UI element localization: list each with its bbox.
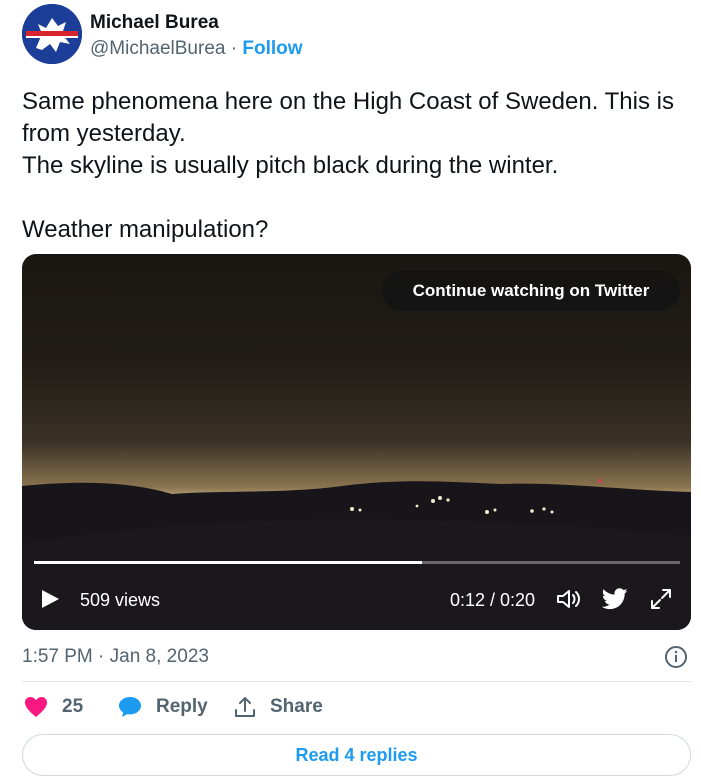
share-label: Share bbox=[270, 696, 323, 717]
tweet-timestamp[interactable]: 1:57 PM · Jan 8, 2023 bbox=[22, 646, 209, 668]
avatar-image bbox=[22, 4, 82, 64]
divider bbox=[22, 681, 691, 682]
progress-bar[interactable] bbox=[34, 561, 680, 564]
continue-watching-button[interactable]: Continue watching on Twitter bbox=[382, 270, 680, 311]
reply-bubble-icon bbox=[119, 697, 141, 717]
reply-label: Reply bbox=[156, 696, 208, 717]
share-icon bbox=[235, 697, 255, 717]
author-handle[interactable]: @MichaelBurea bbox=[90, 38, 225, 59]
like-count: 25 bbox=[62, 696, 84, 717]
author-name[interactable]: Michael Burea bbox=[90, 12, 219, 34]
like-button[interactable]: 25 bbox=[24, 696, 83, 718]
video-player[interactable]: Continue watching on Twitter 509 views 0… bbox=[22, 254, 691, 630]
info-icon[interactable] bbox=[664, 645, 688, 669]
twitter-bird-icon[interactable] bbox=[602, 588, 628, 610]
reply-button[interactable]: Reply bbox=[118, 696, 208, 718]
read-replies-button[interactable]: Read 4 replies bbox=[22, 734, 691, 776]
playback-time: 0:12 / 0:20 bbox=[450, 590, 536, 610]
play-icon[interactable] bbox=[40, 589, 60, 609]
avatar[interactable] bbox=[22, 4, 82, 64]
handle-separator: · bbox=[225, 38, 243, 59]
volume-icon[interactable] bbox=[556, 587, 582, 611]
heart-icon bbox=[25, 697, 47, 717]
tweet-line-2: The skyline is usually pitch black durin… bbox=[22, 152, 559, 179]
fullscreen-icon[interactable] bbox=[650, 588, 672, 610]
follow-button[interactable]: Follow bbox=[242, 38, 302, 59]
share-button[interactable]: Share bbox=[234, 696, 323, 718]
author-handle-line: @MichaelBurea · Follow bbox=[90, 38, 303, 60]
progress-fill bbox=[34, 561, 422, 564]
tweet-text: Same phenomena here on the High Coast of… bbox=[22, 86, 682, 246]
tweet-line-3: Weather manipulation? bbox=[22, 216, 269, 243]
video-controls: 509 views 0:12 / 0:20 bbox=[22, 579, 691, 619]
view-count: 509 views bbox=[80, 590, 161, 610]
tweet-line-1: Same phenomena here on the High Coast of… bbox=[22, 88, 674, 147]
